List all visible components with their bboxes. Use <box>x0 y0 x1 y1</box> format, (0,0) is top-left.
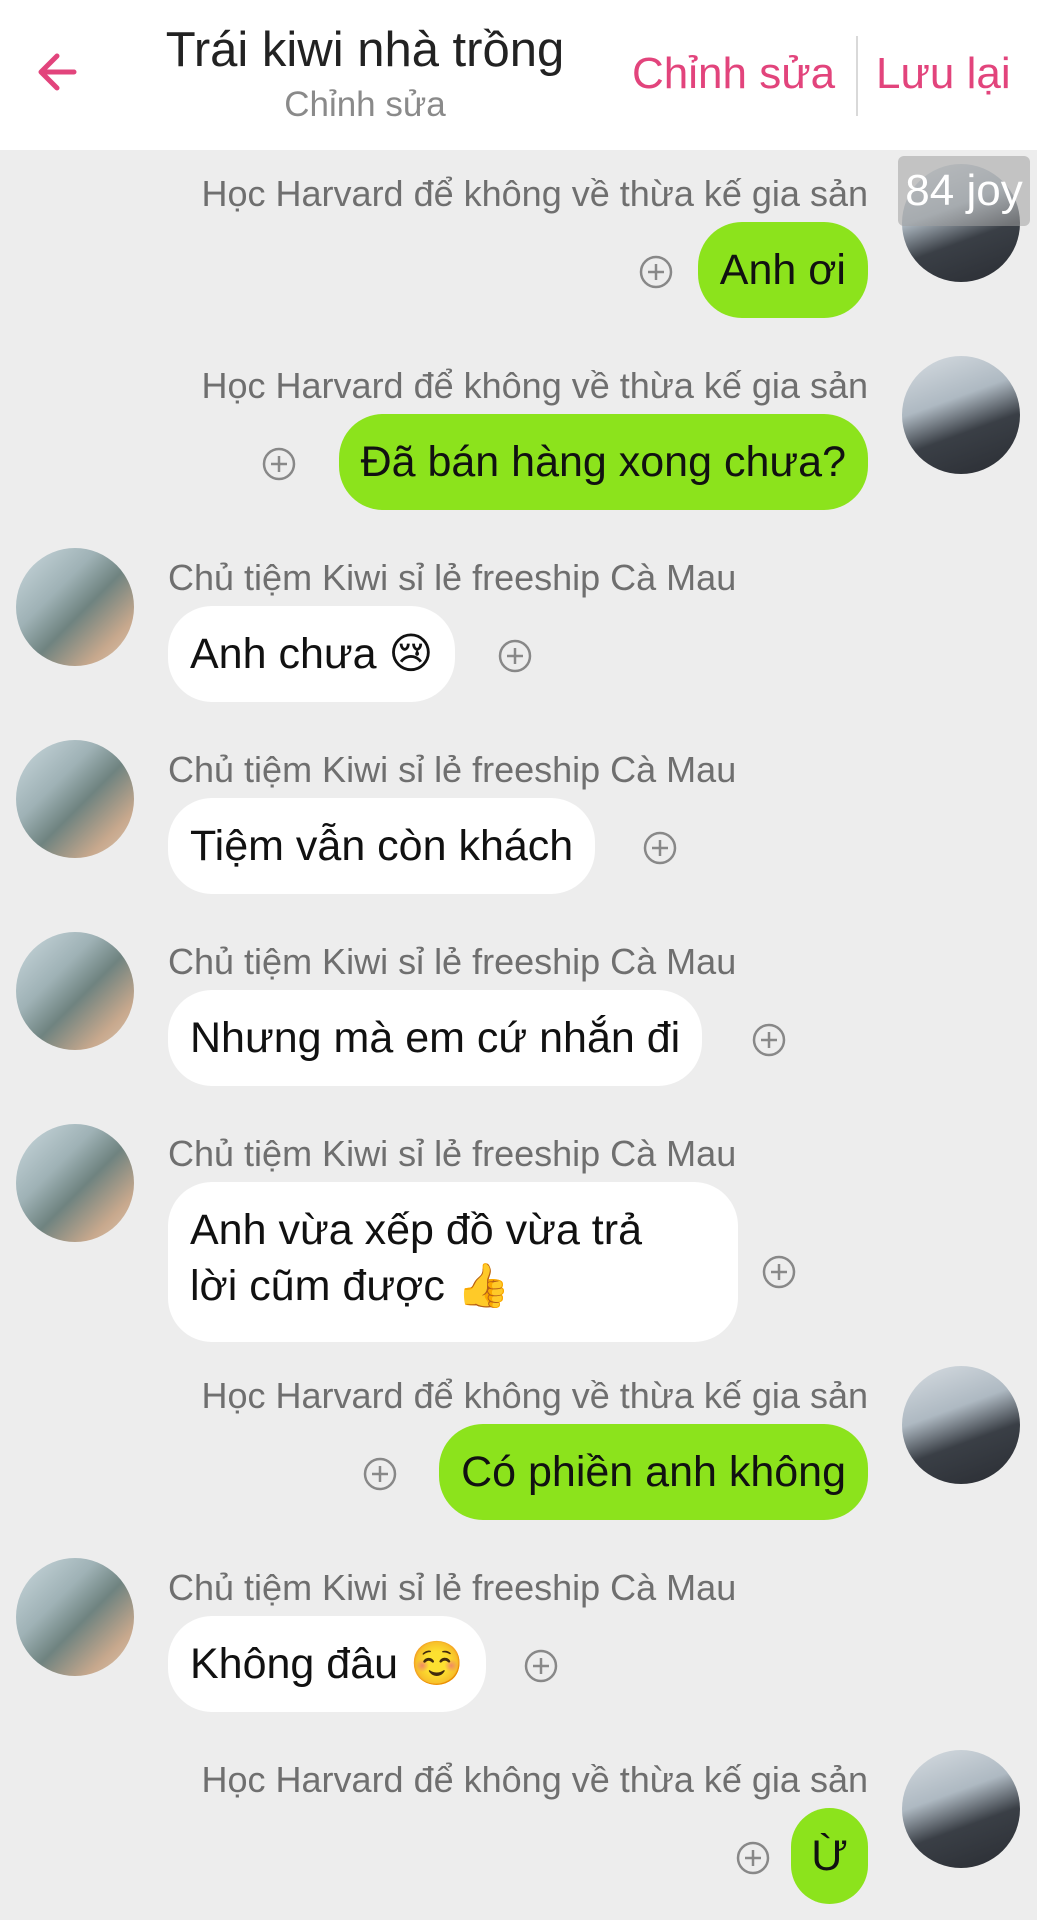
sender-name: Chủ tiệm Kiwi sỉ lẻ freeship Cà Mau <box>168 749 737 790</box>
edit-button[interactable]: Chỉnh sửa <box>632 46 835 102</box>
avatar[interactable] <box>902 1750 1020 1868</box>
message-bubble[interactable]: Không đâu ☺️ <box>168 1616 486 1712</box>
plus-circle-icon[interactable] <box>261 446 297 482</box>
sender-name: Chủ tiệm Kiwi sỉ lẻ freeship Cà Mau <box>168 1133 737 1174</box>
chat-title: Trái kiwi nhà trồng <box>165 23 565 77</box>
message-bubble[interactable]: Ừ <box>791 1808 868 1904</box>
back-button[interactable] <box>30 42 90 102</box>
message-bubble[interactable]: Anh chưa 😢 <box>168 606 456 702</box>
avatar[interactable] <box>16 548 134 666</box>
avatar[interactable] <box>16 932 134 1050</box>
plus-circle-icon[interactable] <box>642 830 678 866</box>
sender-name: Học Harvard để không về thừa kế gia sản <box>201 173 868 214</box>
message-bubble[interactable]: Đã bán hàng xong chưa? <box>338 414 868 510</box>
sender-name: Chủ tiệm Kiwi sỉ lẻ freeship Cà Mau <box>168 557 737 598</box>
message-bubble[interactable]: Anh ơi <box>697 222 868 318</box>
plus-circle-icon[interactable] <box>497 638 533 674</box>
avatar[interactable] <box>16 740 134 858</box>
arrow-left-icon <box>38 53 77 91</box>
plus-circle-icon[interactable] <box>761 1254 797 1290</box>
plus-circle-icon[interactable] <box>638 254 674 290</box>
joy-badge: 84 joy <box>898 156 1030 226</box>
message-bubble[interactable]: Có phiền anh không <box>439 1424 868 1520</box>
message-bubble[interactable]: Anh vừa xếp đồ vừa trả lời cũm được 👍 <box>168 1182 738 1342</box>
sender-name: Chủ tiệm Kiwi sỉ lẻ freeship Cà Mau <box>168 1567 737 1608</box>
sender-name: Học Harvard để không về thừa kế gia sản <box>201 1375 868 1416</box>
message-line: Anh vừa xếp đồ vừa trả <box>190 1206 642 1254</box>
header-divider <box>856 36 858 116</box>
plus-circle-icon[interactable] <box>751 1022 787 1058</box>
title-block: Trái kiwi nhà trồng Chỉnh sửa <box>120 18 610 128</box>
message-bubble[interactable]: Nhưng mà em cứ nhắn đi <box>168 990 703 1086</box>
sender-name: Học Harvard để không về thừa kế gia sản <box>201 1759 868 1800</box>
plus-circle-icon[interactable] <box>735 1840 771 1876</box>
sender-name: Chủ tiệm Kiwi sỉ lẻ freeship Cà Mau <box>168 941 737 982</box>
chat-subtitle: Chỉnh sửa <box>284 85 446 124</box>
message-line: lời cũm được 👍 <box>190 1262 511 1310</box>
save-button[interactable]: Lưu lại <box>876 46 1011 102</box>
sender-name: Học Harvard để không về thừa kế gia sản <box>201 365 868 406</box>
avatar[interactable] <box>16 1558 134 1676</box>
plus-circle-icon[interactable] <box>362 1456 398 1492</box>
message-bubble[interactable]: Tiệm vẫn còn khách <box>168 798 596 894</box>
avatar[interactable] <box>16 1124 134 1242</box>
plus-circle-icon[interactable] <box>523 1648 559 1684</box>
top-bar: Trái kiwi nhà trồng Chỉnh sửa Chỉnh sửa … <box>0 0 1037 150</box>
avatar[interactable] <box>902 356 1020 474</box>
avatar[interactable] <box>902 1366 1020 1484</box>
